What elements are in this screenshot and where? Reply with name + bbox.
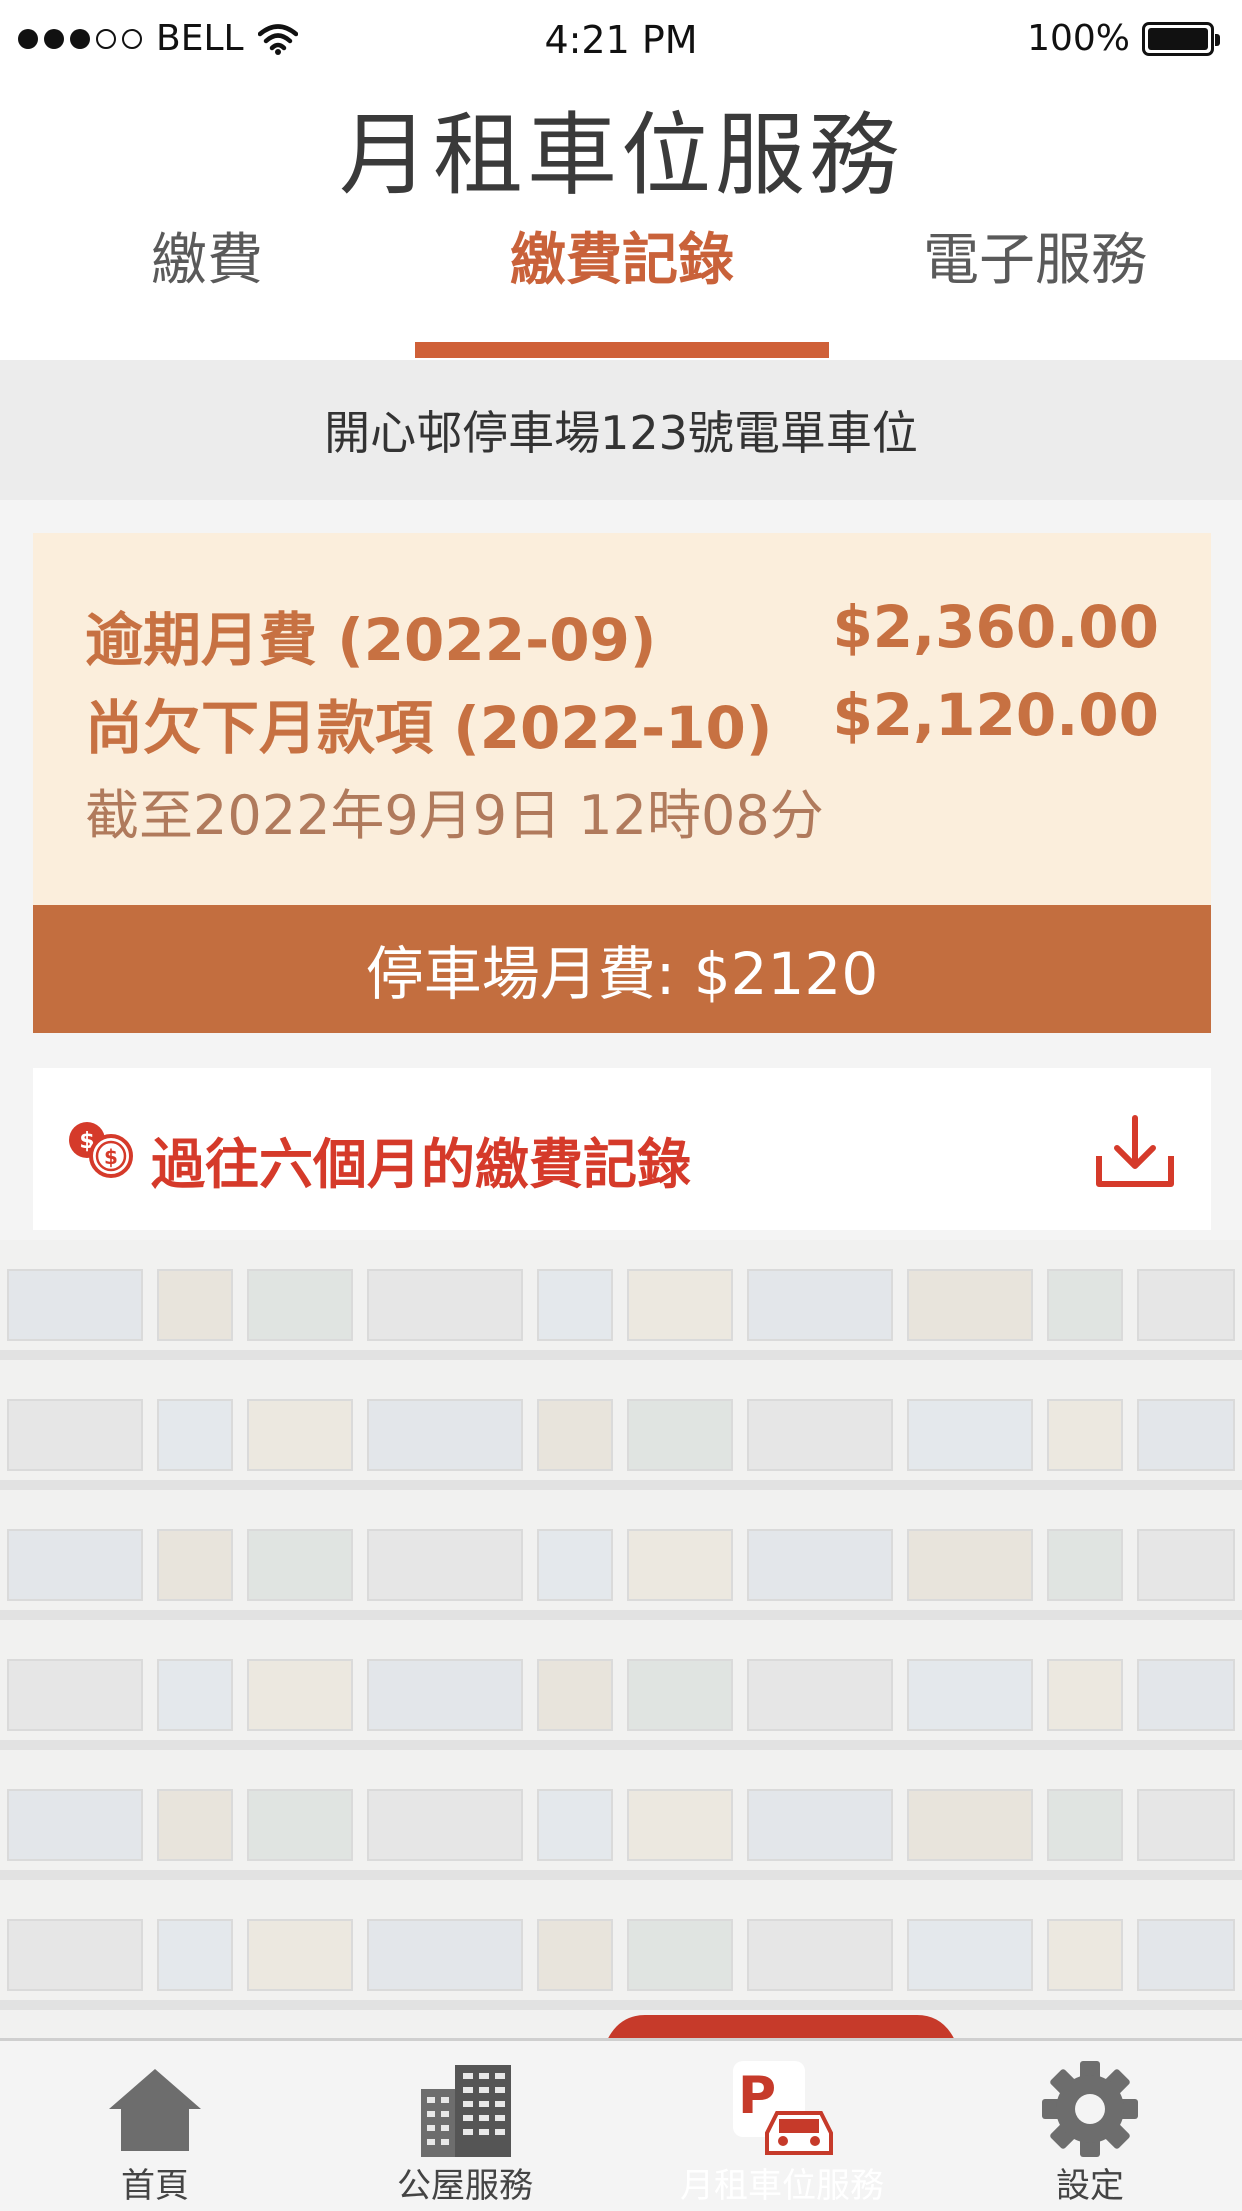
nav-settings-label: 設定 [1056,2166,1124,2206]
next-month-fee-row: 尚欠下月款項 (2022-10) $2,120.00 [85,681,1159,765]
tab-bar: 繳費 繳費記錄 電子服務 [0,215,1242,361]
overdue-fee-row: 逾期月費 (2022-09) $2,360.00 [85,593,1159,677]
gear-icon [1042,2061,1138,2157]
nav-parking-service-label: 月租車位服務 [680,2166,884,2206]
tab-payment[interactable]: 繳費 [0,215,414,361]
home-icon [109,2069,201,2151]
nav-parking-service[interactable]: P 月租車位服務 [627,2041,937,2211]
nav-public-housing[interactable]: 公屋服務 [345,2041,585,2211]
status-right: 100% [1027,18,1220,59]
battery-icon [1142,21,1220,56]
parking-space-address: 開心邨停車場123號電單車位 [0,360,1242,500]
svg-text:P: P [738,2066,776,2126]
battery-percent: 100% [1027,18,1130,59]
payment-history-row[interactable]: $ $ 過往六個月的繳費記錄 [33,1068,1211,1230]
payment-history-label: 過往六個月的繳費記錄 [151,1133,691,1196]
next-month-fee-label: 尚欠下月款項 (2022-10) [85,694,773,762]
nav-home[interactable]: 首頁 [35,2041,275,2211]
status-bar: BELL 4:21 PM 100% [0,0,1242,84]
active-tab-indicator [415,342,829,358]
download-icon[interactable] [1093,1112,1177,1192]
building-icon [421,2065,511,2157]
monthly-fee-bar: 停車場月費: $2120 [33,905,1211,1033]
svg-text:$: $ [104,1145,118,1169]
tab-e-services[interactable]: 電子服務 [828,215,1242,361]
overdue-fee-amount: $2,360.00 [832,593,1159,661]
payment-summary-card: 逾期月費 (2022-09) $2,360.00 尚欠下月款項 (2022-10… [33,533,1211,905]
next-month-fee-amount: $2,120.00 [832,681,1159,749]
page-title: 月租車位服務 [339,103,903,208]
nav-home-label: 首頁 [121,2166,189,2206]
nav-public-housing-label: 公屋服務 [397,2166,533,2206]
bottom-navigation: 首頁 公屋服務 P 月租車位服務 設定 [0,2038,1242,2211]
coins-dollar-icon: $ $ [69,1122,133,1178]
as-of-timestamp: 截至2022年9月9日 12時08分 [85,784,824,847]
parking-car-icon: P [733,2061,833,2155]
building-background-image [0,1240,1242,2040]
nav-settings[interactable]: 設定 [970,2041,1210,2211]
overdue-fee-label: 逾期月費 (2022-09) [85,606,657,674]
tab-payment-records[interactable]: 繳費記錄 [415,215,829,361]
